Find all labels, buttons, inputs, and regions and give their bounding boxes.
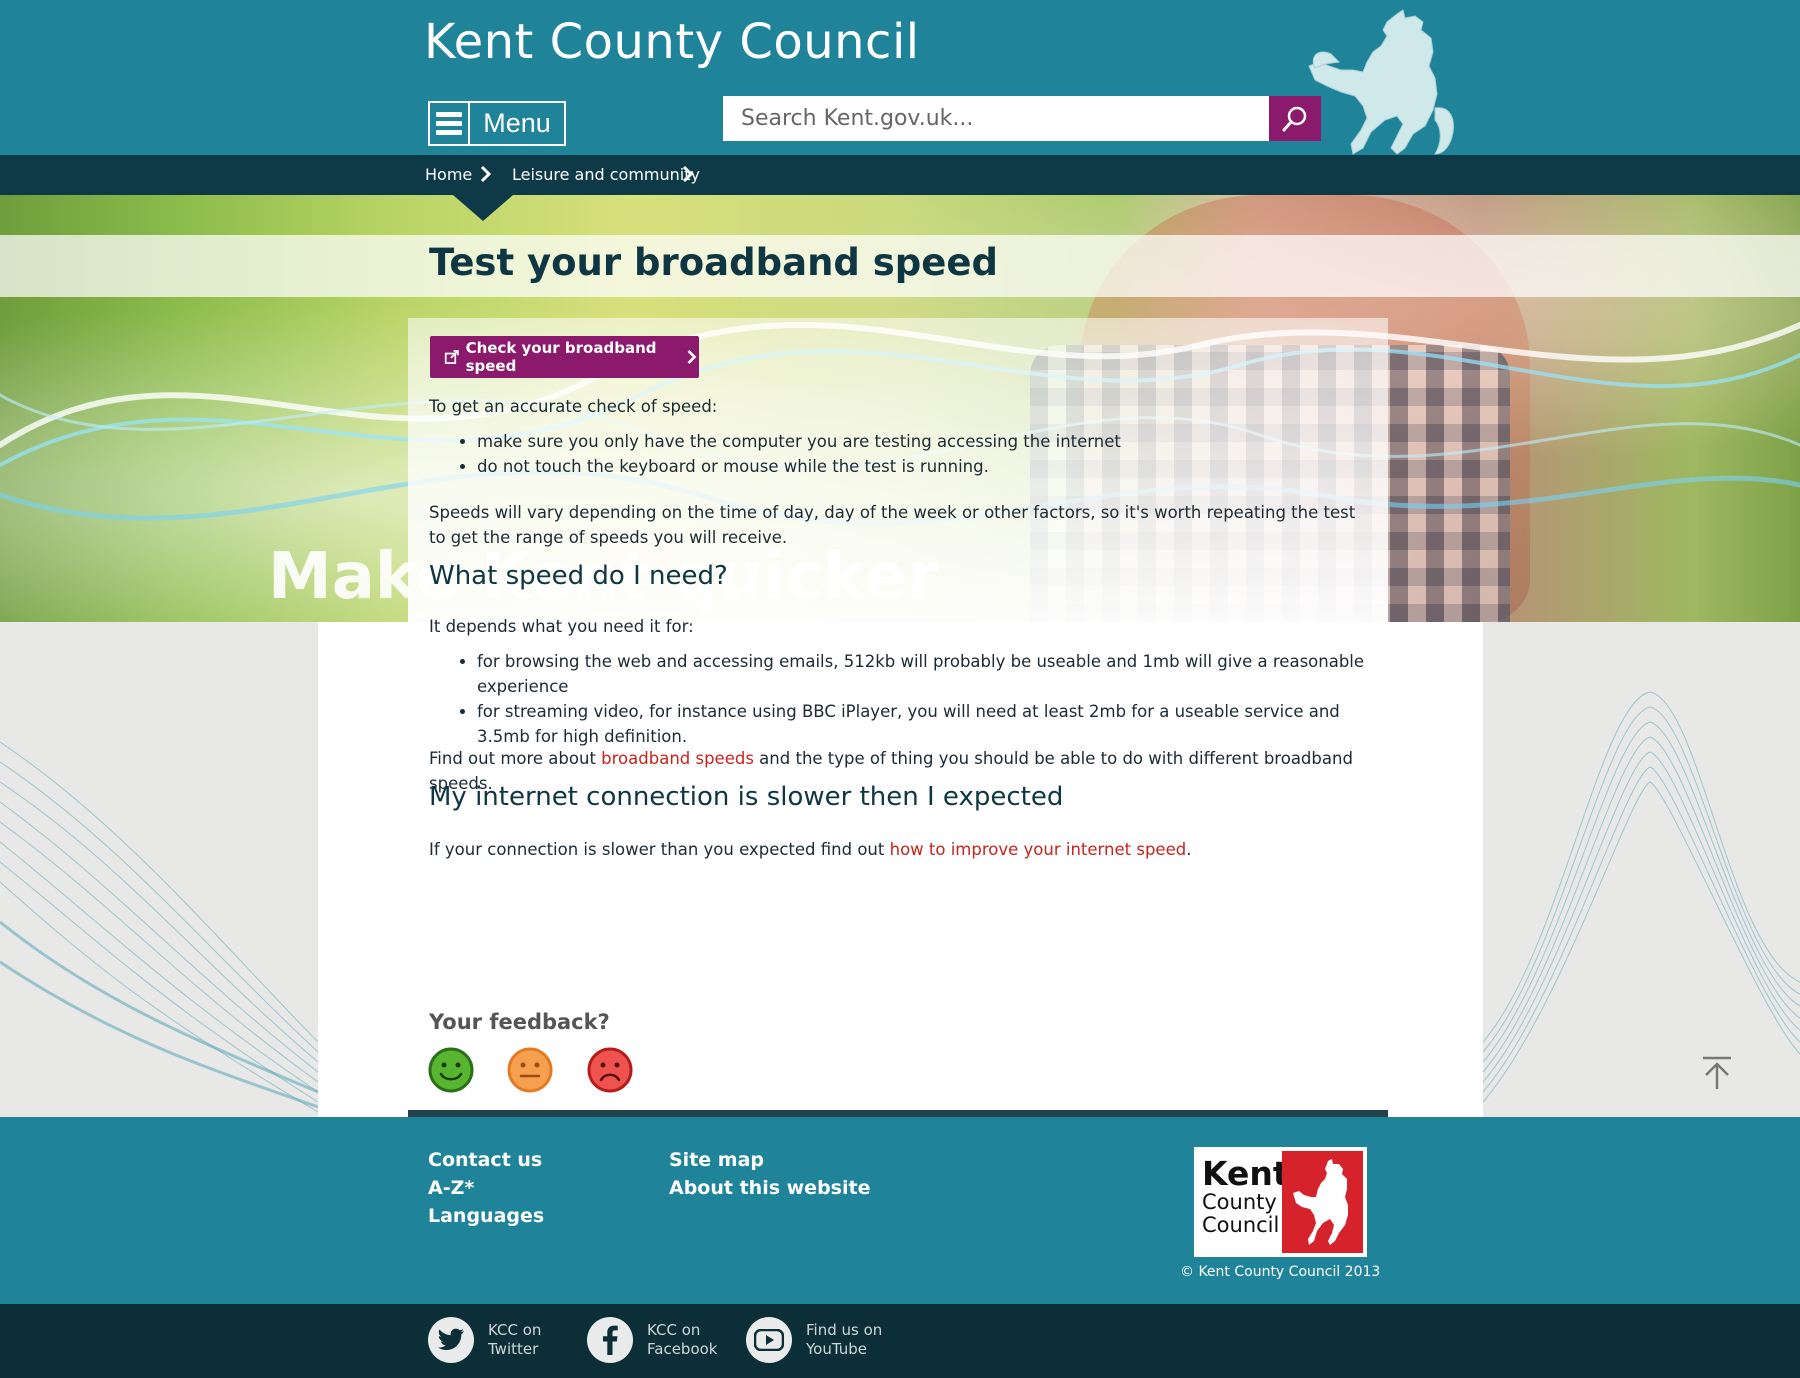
slower-text-end: .	[1186, 840, 1192, 859]
menu-button[interactable]: Menu	[428, 101, 566, 146]
facebook-icon	[603, 1325, 618, 1355]
improve-internet-speed-link[interactable]: how to improve your internet speed	[890, 840, 1187, 859]
logo-text-county: County	[1202, 1190, 1277, 1214]
footer-link-languages[interactable]: Languages	[428, 1205, 544, 1227]
youtube-link[interactable]: Find us on YouTube	[746, 1317, 882, 1363]
heading-what-speed: What speed do I need?	[429, 561, 728, 591]
site-title[interactable]: Kent County Council	[424, 14, 920, 70]
site-footer: Contact us A-Z* Languages Site map About…	[0, 1117, 1800, 1304]
kcc-logo: Kent County Council	[1194, 1147, 1367, 1257]
heading-slower-connection: My internet connection is slower then I …	[429, 782, 1064, 812]
chevron-right-icon	[480, 165, 492, 183]
breadcrumb-home[interactable]: Home	[425, 165, 472, 184]
footer-link-contact-us[interactable]: Contact us	[428, 1149, 542, 1171]
happy-face-icon[interactable]	[428, 1047, 474, 1093]
list-item: do not touch the keyboard or mouse while…	[477, 454, 1369, 479]
social-bar: KCC on Twitter KCC on Facebook Find us on Y…	[0, 1304, 1800, 1378]
chevron-right-icon	[687, 350, 697, 364]
social-line: KCC on	[488, 1321, 542, 1339]
breadcrumb-pointer	[453, 195, 513, 221]
hamburger-icon	[430, 103, 470, 144]
social-line: KCC on	[647, 1321, 701, 1339]
broadband-speeds-link[interactable]: broadband speeds	[601, 749, 754, 768]
youtube-icon	[754, 1329, 784, 1351]
social-line: Twitter	[488, 1340, 539, 1358]
footer-link-a-z[interactable]: A-Z*	[428, 1177, 474, 1199]
footer-link-about[interactable]: About this website	[669, 1177, 870, 1199]
external-link-icon	[444, 350, 459, 364]
site-header: Kent County Council Menu	[0, 0, 1800, 155]
kent-horse-icon	[1292, 1159, 1348, 1245]
sad-face-icon[interactable]	[587, 1047, 633, 1093]
twitter-label: KCC on Twitter	[488, 1321, 541, 1359]
twitter-link[interactable]: KCC on Twitter	[428, 1317, 541, 1363]
youtube-label: Find us on YouTube	[806, 1321, 882, 1359]
breadcrumb-leisure-and-community[interactable]: Leisure and community	[512, 165, 700, 184]
neutral-face-icon[interactable]	[507, 1047, 553, 1093]
facebook-label: KCC on Facebook	[647, 1321, 717, 1359]
copyright: © Kent County Council 2013	[1180, 1264, 1381, 1280]
footer-link-site-map[interactable]: Site map	[669, 1149, 764, 1171]
chevron-right-icon	[682, 165, 694, 183]
facebook-link[interactable]: KCC on Facebook	[587, 1317, 717, 1363]
content-divider	[408, 1110, 1388, 1117]
logo-text-council: Council	[1202, 1213, 1280, 1237]
speed-test-tips-list: make sure you only have the computer you…	[429, 429, 1369, 479]
list-item: make sure you only have the computer you…	[477, 429, 1369, 454]
depends-text: It depends what you need it for:	[429, 617, 694, 636]
slower-text: If your connection is slower than you ex…	[429, 840, 890, 859]
menu-label: Menu	[483, 108, 551, 138]
speed-needs-list: for browsing the web and accessing email…	[429, 649, 1369, 749]
back-to-top-icon[interactable]	[1700, 1055, 1734, 1091]
social-line: Facebook	[647, 1340, 718, 1358]
social-line: YouTube	[806, 1340, 867, 1358]
find-out-text: Find out more about	[429, 749, 602, 768]
page-title: Test your broadband speed	[429, 241, 998, 284]
intro-text: To get an accurate check of speed:	[429, 397, 718, 416]
list-item: for browsing the web and accessing email…	[477, 649, 1369, 699]
list-item: for streaming video, for instance using …	[477, 699, 1369, 749]
kent-horse-logo-icon	[1308, 9, 1454, 155]
check-broadband-speed-button[interactable]: Check your broadband speed	[430, 336, 699, 378]
feedback-title: Your feedback?	[429, 1010, 610, 1034]
logo-text-kent: Kent	[1202, 1154, 1289, 1193]
speed-variation-text: Speeds will vary depending on the time o…	[429, 503, 1356, 547]
twitter-icon	[438, 1328, 464, 1350]
breadcrumb: Home Leisure and community	[0, 155, 1800, 195]
slower-connection-text: If your connection is slower than you ex…	[429, 837, 1369, 862]
social-line: Find us on	[806, 1321, 883, 1339]
search-form	[723, 96, 1321, 141]
cta-label: Check your broadband speed	[465, 339, 657, 375]
search-input[interactable]	[723, 96, 1269, 141]
